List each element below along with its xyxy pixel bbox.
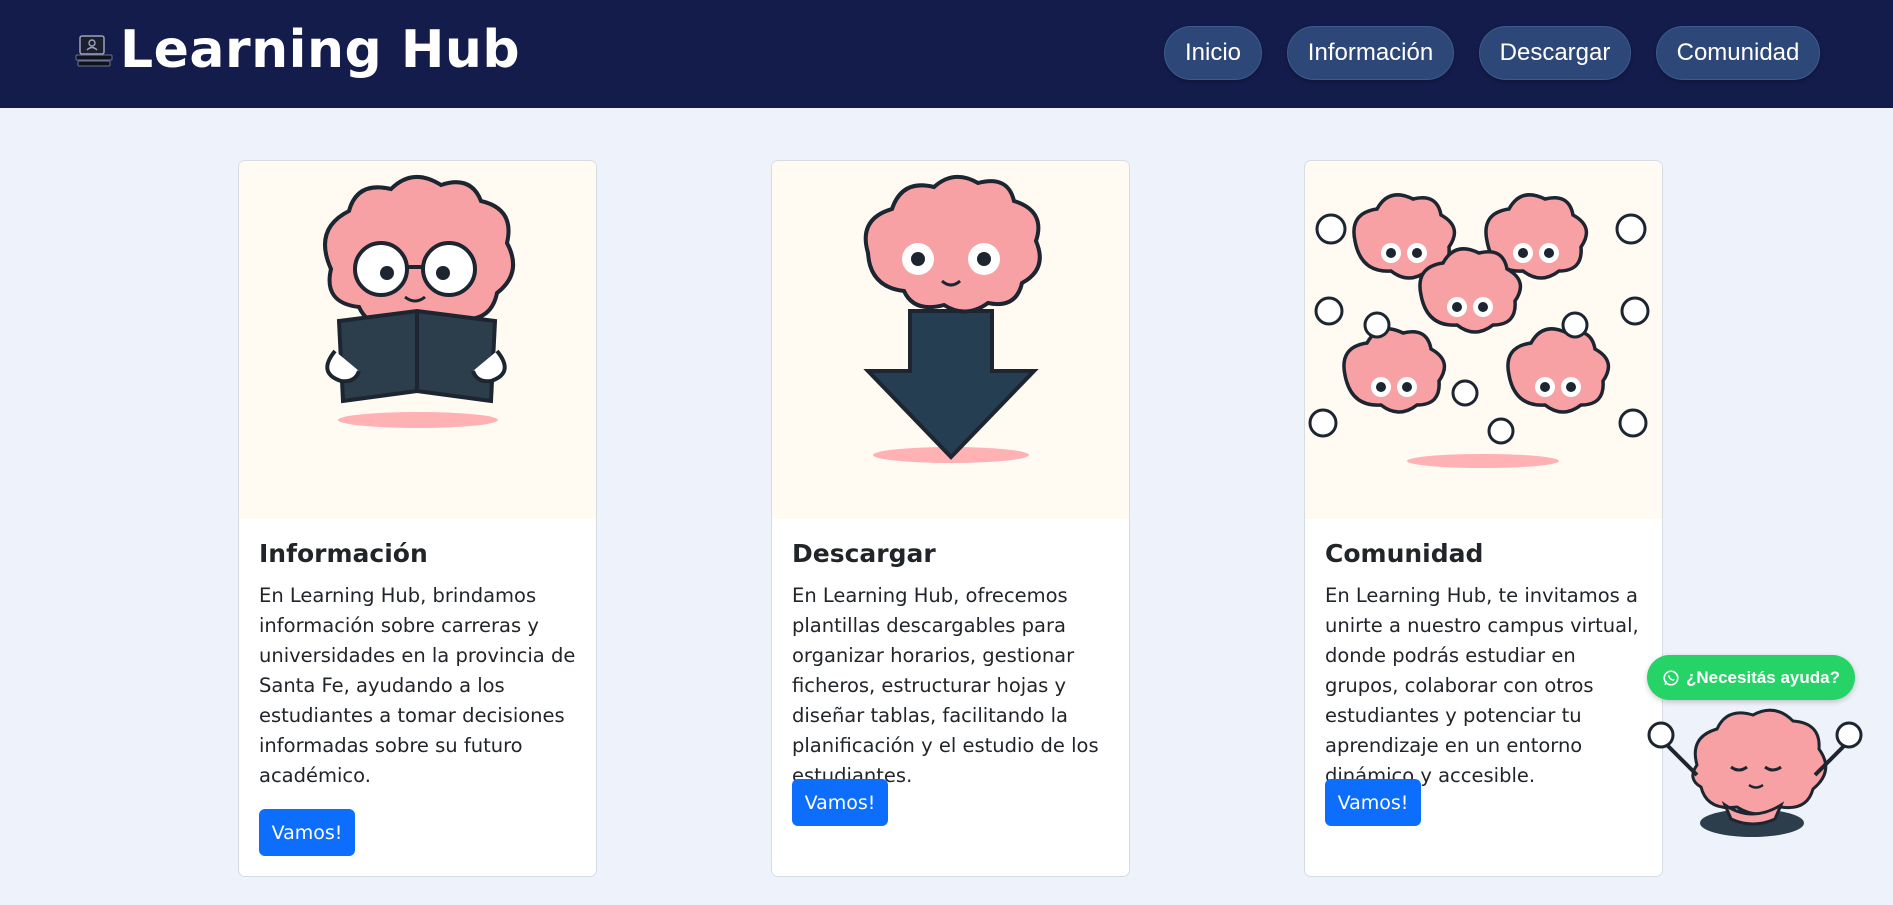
nav-inicio[interactable]: Inicio bbox=[1164, 26, 1262, 80]
card-image bbox=[1305, 161, 1662, 519]
brain-reading-book-icon bbox=[323, 175, 516, 428]
vamos-button[interactable]: Vamos! bbox=[792, 779, 888, 826]
card-text: En Learning Hub, ofrecemos plantillas de… bbox=[792, 584, 1099, 787]
card-image bbox=[239, 161, 596, 519]
help-whatsapp-button[interactable]: ¿Necesitás ayuda? bbox=[1647, 655, 1855, 700]
main-nav: Inicio Información Descargar Comunidad bbox=[0, 26, 1893, 80]
site-header: Learning Hub Inicio Información Descarga… bbox=[0, 0, 1893, 108]
card-comunidad: Comunidad En Learning Hub, te invitamos … bbox=[1304, 160, 1663, 877]
card-title: Información bbox=[259, 539, 428, 568]
card-title: Comunidad bbox=[1325, 539, 1484, 568]
nav-descargar[interactable]: Descargar bbox=[1479, 26, 1631, 80]
nav-informacion[interactable]: Información bbox=[1287, 26, 1454, 80]
brain-community-icon bbox=[1308, 193, 1650, 468]
brain-download-arrow-icon bbox=[863, 175, 1042, 463]
card-image bbox=[772, 161, 1129, 519]
whatsapp-icon bbox=[1663, 669, 1679, 686]
card-text: En Learning Hub, te invitamos a unirte a… bbox=[1325, 584, 1639, 787]
card-text: En Learning Hub, brindamos información s… bbox=[259, 584, 576, 787]
card-title: Descargar bbox=[792, 539, 936, 568]
card-informacion: Información En Learning Hub, brindamos i… bbox=[238, 160, 597, 877]
vamos-button[interactable]: Vamos! bbox=[1325, 779, 1421, 826]
meditating-brain-icon bbox=[1647, 708, 1863, 837]
nav-comunidad[interactable]: Comunidad bbox=[1656, 26, 1820, 80]
vamos-button[interactable]: Vamos! bbox=[259, 809, 355, 856]
help-label: ¿Necesitás ayuda? bbox=[1685, 667, 1840, 687]
card-descargar: Descargar En Learning Hub, ofrecemos pla… bbox=[771, 160, 1130, 877]
